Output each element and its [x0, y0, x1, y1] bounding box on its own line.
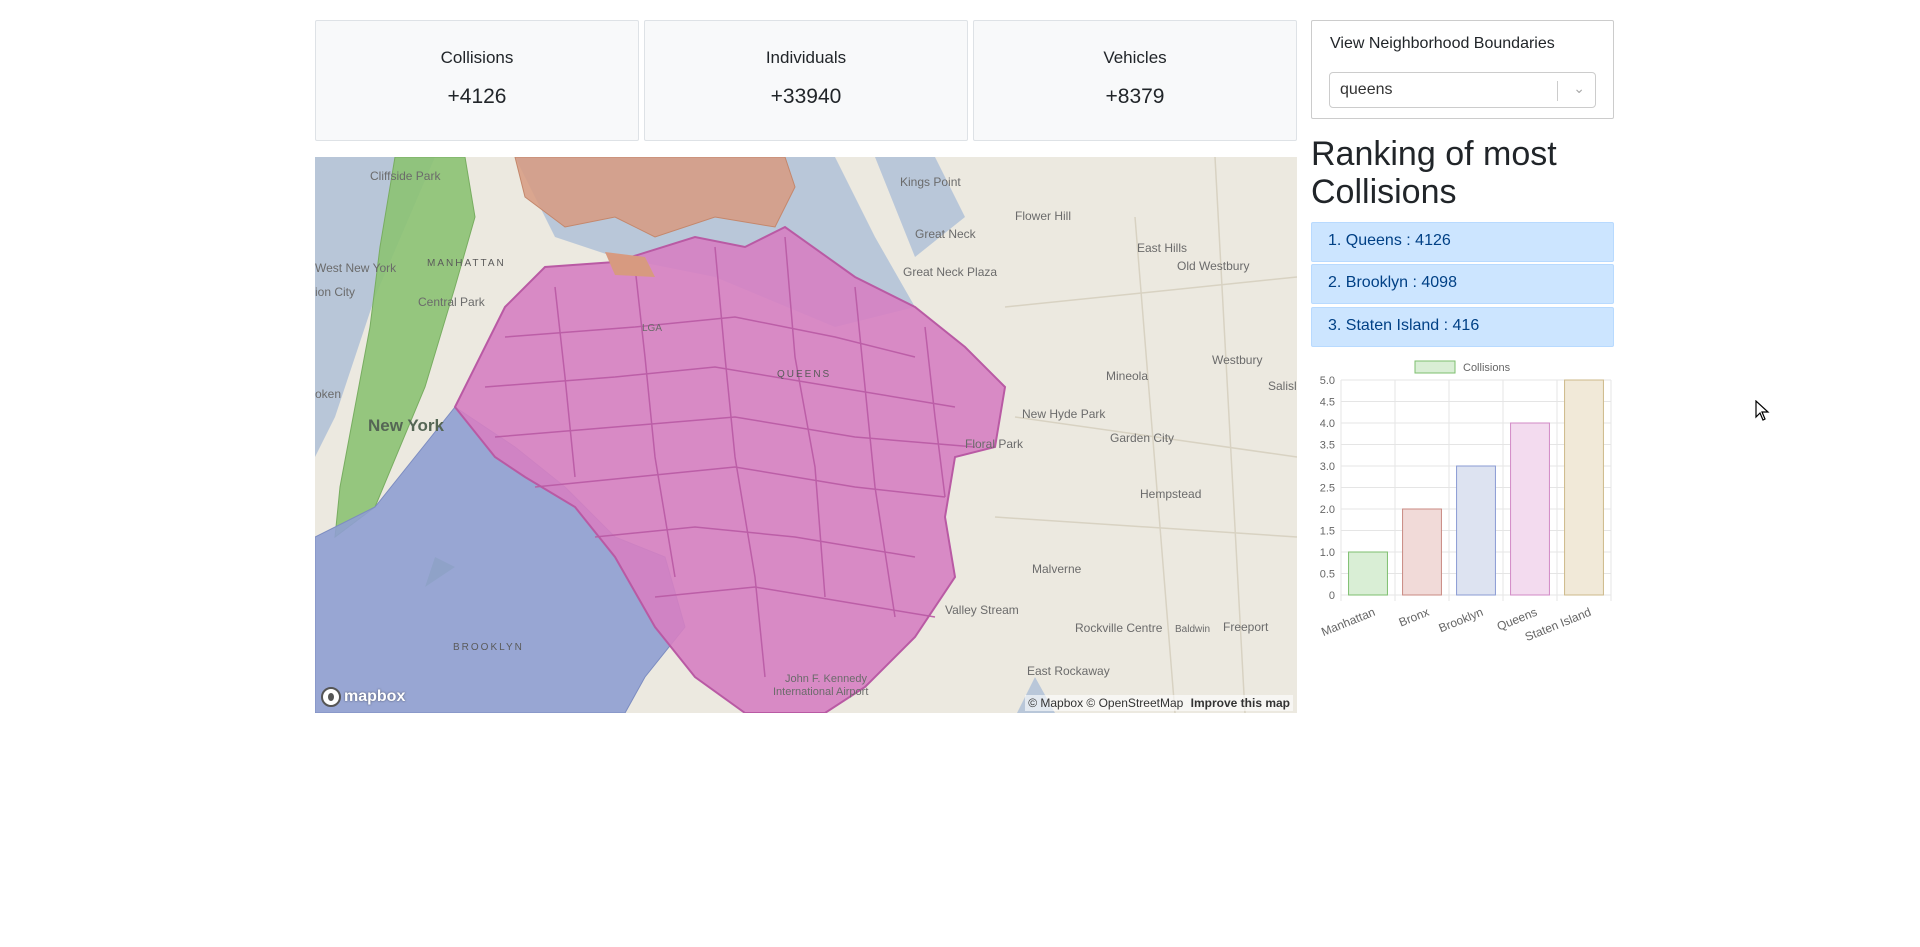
improve-map-link[interactable]: Improve this map [1191, 696, 1290, 710]
attribution-text[interactable]: © Mapbox © OpenStreetMap [1028, 696, 1183, 710]
y-tick-label: 0.5 [1320, 569, 1335, 581]
mouse-cursor-icon [1755, 400, 1770, 421]
map-label: John F. Kennedy [785, 673, 867, 685]
ranking-item: 1. Queens : 4126 [1311, 222, 1614, 262]
y-tick-label: 3.0 [1320, 461, 1335, 473]
x-tick-label: Manhattan [1319, 605, 1377, 639]
map-label: Kings Point [900, 175, 961, 189]
map-label: Garden City [1110, 431, 1175, 445]
stat-card-individuals: Individuals +33940 [644, 20, 968, 141]
y-tick-label: 5.0 [1320, 375, 1335, 387]
stat-value: +33940 [770, 85, 842, 108]
map-label: Old Westbury [1177, 259, 1250, 273]
chevron-down-icon[interactable]: ⌄ [1573, 80, 1585, 97]
map-label: Rockville Centre [1075, 621, 1163, 635]
legend-label: Collisions [1463, 362, 1511, 374]
select-separator [1557, 81, 1558, 101]
map-label: Flower Hill [1015, 209, 1072, 223]
map-label: Freeport [1223, 620, 1269, 634]
stat-label: Individuals [765, 48, 847, 67]
map-label: East Rockaway [1027, 664, 1110, 678]
collisions-chart: Collisions 0 0.5 1.0 1.5 2.0 2.5 3.0 3.5 4.0 4.5 5.… [1311, 355, 1614, 655]
map-canvas[interactable]: Cliffside Park Kings Point Flower Hill G… [315, 157, 1297, 713]
map-label: Mineola [1106, 369, 1149, 383]
map-label: Westbury [1212, 353, 1263, 367]
map-label: East Hills [1137, 241, 1188, 255]
map-label: International Airport [773, 686, 869, 698]
map-label: Central Park [418, 295, 485, 309]
map-label: Great Neck [915, 227, 976, 241]
stat-card-vehicles: Vehicles +8379 [973, 20, 1297, 141]
map-label: oken [315, 387, 342, 401]
map-label: Valley Stream [945, 603, 1019, 617]
map-label: Hempstead [1140, 487, 1202, 501]
x-tick-label: Brooklyn [1437, 605, 1486, 635]
map-label: Baldwin [1175, 624, 1211, 635]
map-label: Malverne [1032, 562, 1082, 576]
ranking-item: 3. Staten Island : 416 [1311, 307, 1614, 347]
y-tick-label: 3.5 [1320, 440, 1335, 452]
bar [1402, 508, 1442, 596]
stat-label: Collisions [440, 48, 514, 67]
bar [1564, 379, 1604, 596]
y-tick-label: 4.5 [1320, 397, 1335, 409]
boundary-title: View Neighborhood Boundaries [1330, 35, 1555, 52]
map-label: MANHATTAN [427, 258, 506, 269]
map-label: LGA [642, 323, 663, 334]
map-label: Floral Park [965, 437, 1024, 451]
stat-value: +4126 [447, 85, 507, 108]
borough-select[interactable]: queens ⌄ [1329, 72, 1596, 108]
map-label: West New York [315, 261, 397, 275]
chart-svg: Collisions 0 0.5 1.0 1.5 2.0 2.5 3.0 3.5 4.0 4.5 5.… [1319, 360, 1612, 644]
stat-value: +8379 [1105, 85, 1165, 108]
stat-label: Vehicles [1103, 48, 1167, 67]
map-label: Cliffside Park [370, 169, 441, 183]
x-tick-label: Bronx [1397, 605, 1431, 630]
bar [1510, 422, 1550, 596]
mapbox-logo-text: mapbox [344, 688, 406, 705]
y-tick-label: 2.0 [1320, 504, 1335, 516]
map-label: Salisl [1268, 379, 1297, 393]
ranking-title: Ranking of most Collisions [1311, 135, 1557, 211]
ranking-item: 2. Brooklyn : 4098 [1311, 264, 1614, 304]
mapbox-logo[interactable]: mapbox [321, 687, 405, 707]
bar [1348, 551, 1388, 596]
stat-card-collisions: Collisions +4126 [315, 20, 639, 141]
y-tick-label: 1.5 [1320, 526, 1335, 538]
map-label-new-york: New York [368, 416, 444, 435]
bar [1456, 465, 1496, 596]
map-label: QUEENS [777, 369, 832, 380]
y-tick-label: 0 [1329, 590, 1335, 602]
map-label: ion City [315, 285, 356, 299]
map-attribution: © Mapbox © OpenStreetMap Improve this ma… [1025, 695, 1293, 711]
mapbox-logo-icon [321, 687, 341, 707]
map-label: New Hyde Park [1022, 407, 1106, 421]
legend-swatch [1414, 360, 1456, 374]
y-tick-label: 2.5 [1320, 483, 1335, 495]
map-label: Great Neck Plaza [903, 265, 998, 279]
y-tick-label: 1.0 [1320, 547, 1335, 559]
borough-select-value: queens [1340, 81, 1393, 98]
boundary-selector-card: View Neighborhood Boundaries queens ⌄ [1311, 20, 1614, 119]
map-label: BROOKLYN [453, 642, 524, 653]
y-tick-label: 4.0 [1320, 418, 1335, 430]
